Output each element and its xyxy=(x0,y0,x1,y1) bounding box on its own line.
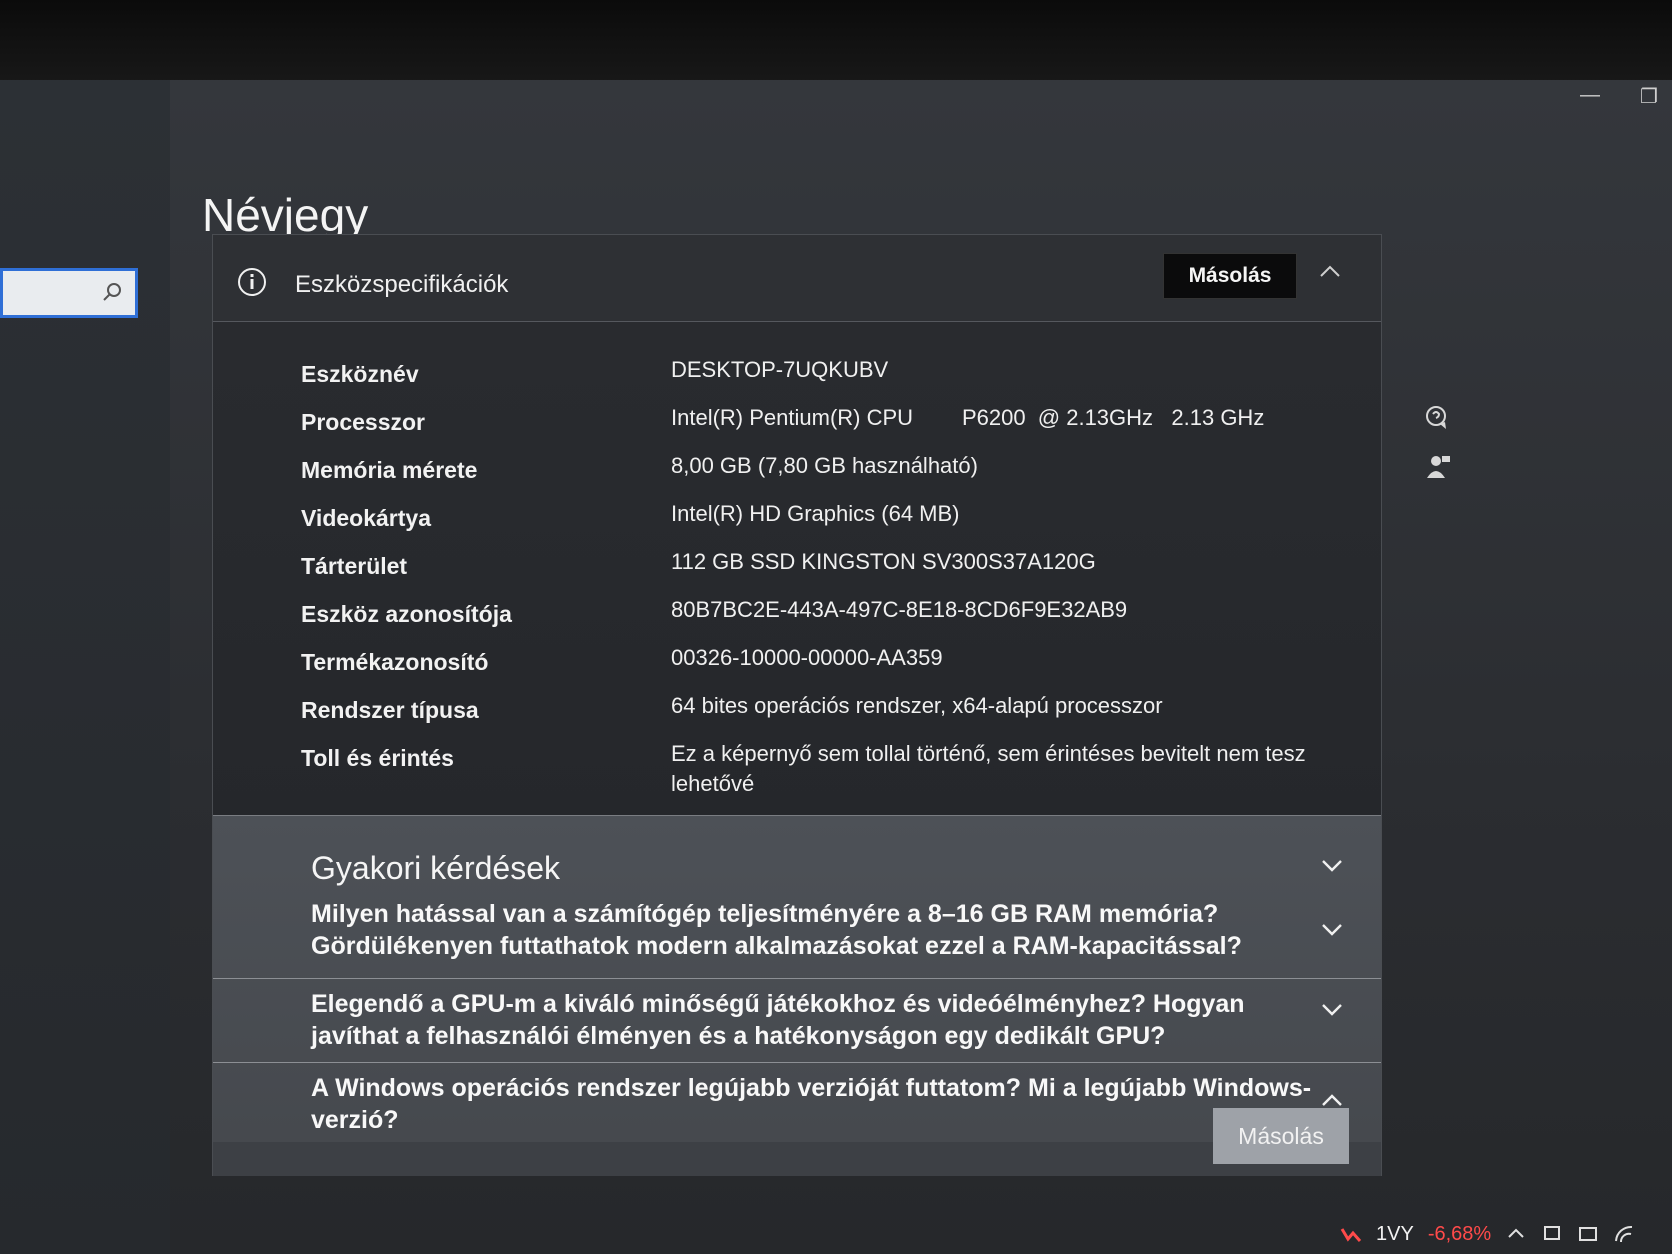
chevron-down-icon[interactable] xyxy=(1319,996,1345,1022)
faq-item-windows-version[interactable]: A Windows operációs rendszer legújabb ve… xyxy=(311,1072,1331,1136)
spec-label: Termékazonosító xyxy=(301,649,489,675)
faq-section: Gyakori kérdések Milyen hatással van a s… xyxy=(213,815,1381,1176)
copy-faq-button[interactable]: Másolás xyxy=(1213,1108,1349,1164)
device-specs-header[interactable]: Eszközspecifikációk Másolás xyxy=(213,235,1381,322)
faq-divider xyxy=(213,978,1381,979)
spec-value: DESKTOP-7UQKUBV xyxy=(671,357,889,382)
spec-label: Videokártya xyxy=(301,505,431,531)
spec-value: 64 bites operációs rendszer, x64-alapú p… xyxy=(671,693,1163,718)
chevron-up-icon[interactable] xyxy=(1317,259,1343,285)
spec-value: 00326-10000-00000-AA359 xyxy=(671,645,943,670)
send-feedback-link[interactable] xyxy=(1424,452,1452,480)
spec-row-device-id: Eszköz azonosítója 80B7BC2E-443A-497C-8E… xyxy=(301,597,1361,649)
spec-row-pen-touch: Toll és érintés Ez a képernyő sem tollal… xyxy=(301,741,1361,796)
spec-value: 8,00 GB (7,80 GB használható) xyxy=(671,453,978,478)
restore-button[interactable]: ❐ xyxy=(1640,84,1658,109)
spec-row-device-name: Eszköznév DESKTOP-7UQKUBV xyxy=(301,357,1361,409)
feedback-person-icon xyxy=(1427,456,1450,478)
settings-nav-pane xyxy=(0,80,170,1254)
spec-list: Eszköznév DESKTOP-7UQKUBV Processzor Int… xyxy=(301,357,1361,796)
stock-ticker[interactable]: 1VY xyxy=(1376,1223,1414,1246)
chevron-up-icon[interactable] xyxy=(1319,1088,1345,1114)
spec-label: Toll és érintés xyxy=(301,745,454,771)
spec-value: Ez a képernyő sem tollal történő, sem ér… xyxy=(671,741,1306,796)
faq-divider xyxy=(213,1062,1381,1063)
ime-icon[interactable] xyxy=(1577,1223,1599,1245)
chevron-down-icon[interactable] xyxy=(1319,852,1345,878)
device-icon[interactable] xyxy=(1541,1223,1563,1245)
device-specs-title: Eszközspecifikációk xyxy=(295,271,509,298)
get-help-link[interactable] xyxy=(1424,404,1452,432)
spec-label: Tárterület xyxy=(301,553,408,579)
monitor-bezel xyxy=(0,0,1672,90)
spec-label: Memória mérete xyxy=(301,457,478,483)
help-chat-icon xyxy=(1426,406,1446,429)
faq-item-gpu[interactable]: Elegendő a GPU-m a kiváló minőségű játék… xyxy=(311,988,1331,1052)
spec-row-processor: Processzor Intel(R) Pentium(R) CPU P6200… xyxy=(301,405,1361,457)
minimize-button[interactable]: — xyxy=(1580,84,1600,107)
faq-footer: Másolás xyxy=(213,1108,1381,1176)
spec-label: Eszköz azonosítója xyxy=(301,601,512,627)
copy-specs-button[interactable]: Másolás xyxy=(1163,253,1297,299)
chevron-down-icon[interactable] xyxy=(1319,916,1345,942)
spec-row-video-card: Videokártya Intel(R) HD Graphics (64 MB) xyxy=(301,501,1361,553)
spec-label: Processzor xyxy=(301,409,426,435)
spec-value: Intel(R) HD Graphics (64 MB) xyxy=(671,501,960,526)
chevron-up-icon[interactable] xyxy=(1505,1223,1527,1245)
spec-value: Intel(R) Pentium(R) CPU P6200 @ 2.13GHz … xyxy=(671,405,1265,430)
stock-change[interactable]: -6,68% xyxy=(1428,1223,1491,1246)
spec-value: 112 GB SSD KINGSTON SV300S37A120G xyxy=(671,549,1096,574)
search-icon xyxy=(103,283,121,301)
faq-item-ram[interactable]: Milyen hatással van a számítógép teljesí… xyxy=(311,898,1331,962)
stock-trend-icon xyxy=(1340,1228,1362,1242)
wifi-icon[interactable] xyxy=(1613,1223,1635,1245)
spec-label: Eszköznév xyxy=(301,361,419,387)
taskbar-tray: 1VY -6,68% xyxy=(1340,1214,1672,1254)
spec-row-storage: Tárterület 112 GB SSD KINGSTON SV300S37A… xyxy=(301,549,1361,601)
spec-row-memory: Memória mérete 8,00 GB (7,80 GB használh… xyxy=(301,453,1361,505)
info-icon xyxy=(238,268,266,296)
spec-row-product-id: Termékazonosító 00326-10000-00000-AA359 xyxy=(301,645,1361,697)
settings-search-input[interactable] xyxy=(0,268,138,318)
spec-value: 80B7BC2E-443A-497C-8E18-8CD6F9E32AB9 xyxy=(671,597,1128,622)
device-specs-card: Eszközspecifikációk Másolás Eszköznév DE… xyxy=(212,234,1382,1176)
spec-label: Rendszer típusa xyxy=(301,697,479,723)
faq-title: Gyakori kérdések xyxy=(311,850,560,886)
spec-row-system-type: Rendszer típusa 64 bites operációs rends… xyxy=(301,693,1361,745)
